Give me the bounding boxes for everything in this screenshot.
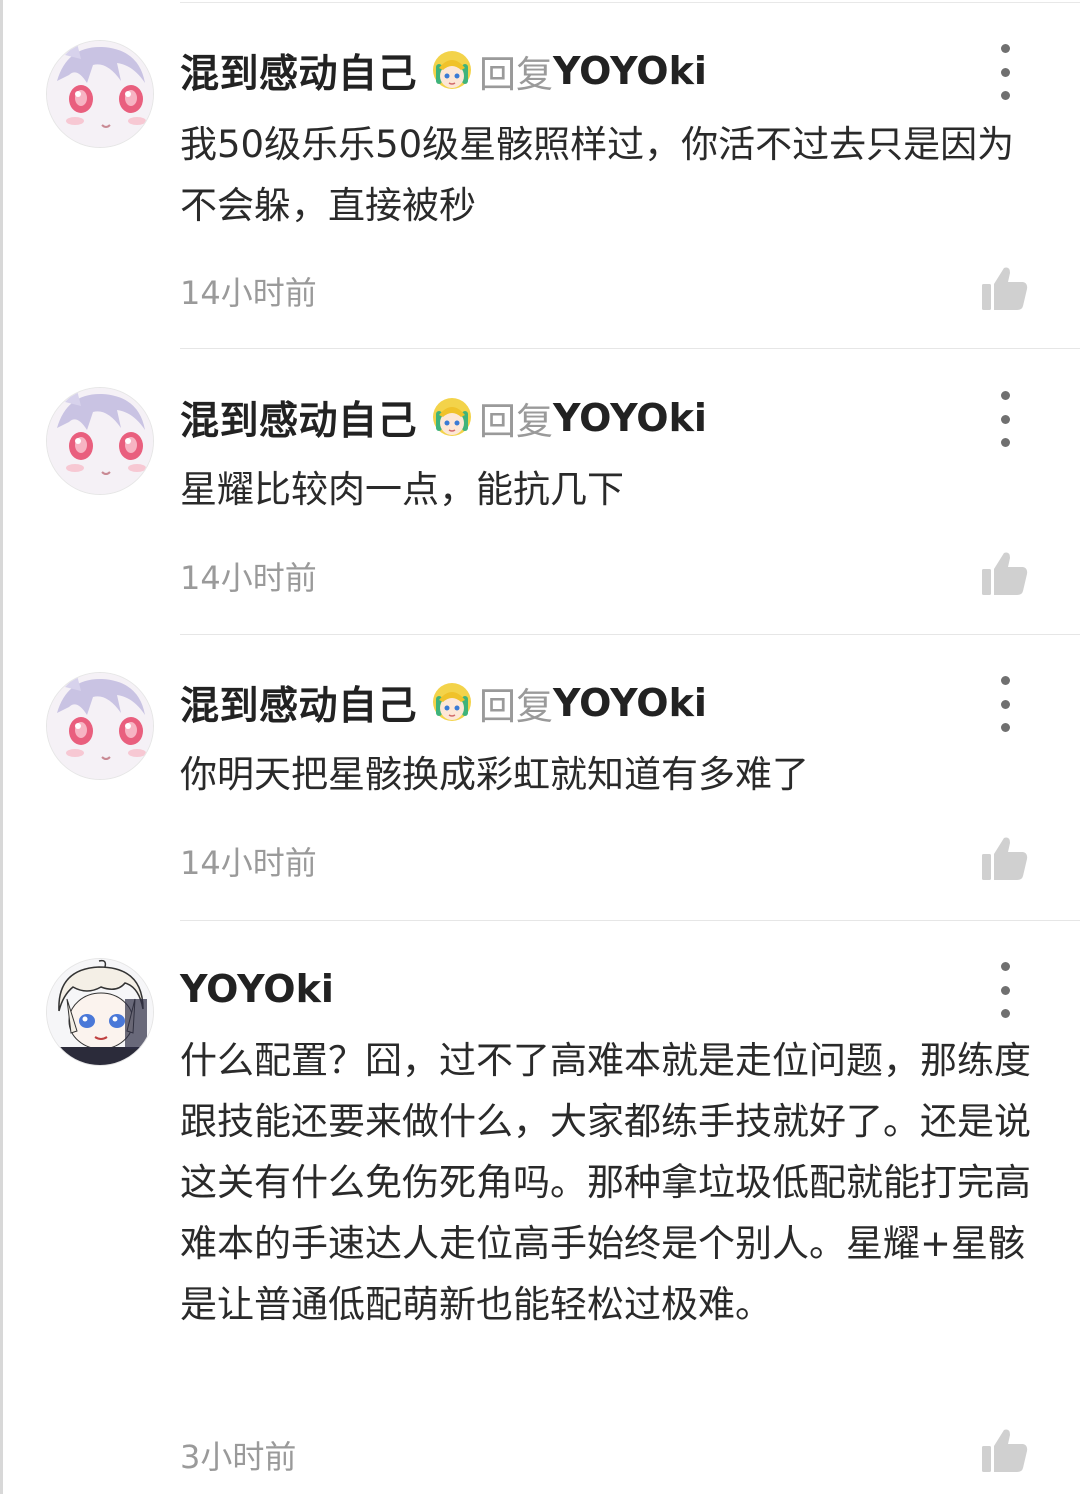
blonde-chibi-badge-icon — [429, 680, 475, 726]
more-vertical-icon[interactable] — [990, 391, 1020, 447]
username[interactable]: 混到感动自己 — [180, 390, 417, 446]
avatar[interactable] — [46, 40, 154, 148]
reply-target-username[interactable]: YOYOki — [553, 49, 707, 93]
reply-target-username[interactable]: YOYOki — [553, 681, 707, 725]
thumbs-up-icon[interactable] — [980, 549, 1030, 599]
comment-text: 我50级乐乐50级星骸照样过，你活不过去只是因为不会躲，直接被秒 — [180, 123, 1015, 227]
thumbs-up-icon[interactable] — [980, 264, 1030, 314]
reply-label: 回复 — [479, 53, 554, 96]
top-divider — [180, 2, 1080, 3]
comment-time: 14小时前 — [180, 559, 317, 597]
comment-time: 3小时前 — [180, 1438, 297, 1476]
comment-text: 什么配置？囧，过不了高难本就是走位问题，那练度跟技能还要来做什么，大家都练手技就… — [180, 1039, 1031, 1326]
comment-header: 混到感动自己 回复 YOYOki — [180, 391, 707, 445]
comment-header: 混到感动自己 回复 YOYOki — [180, 44, 707, 98]
comment-header: YOYOki — [180, 962, 334, 1016]
avatar[interactable] — [46, 387, 154, 495]
blonde-chibi-badge-icon — [429, 395, 475, 441]
comment-text: 你明天把星骸换成彩虹就知道有多难了 — [180, 753, 809, 796]
comment-divider — [180, 348, 1080, 349]
comment-divider — [180, 634, 1080, 635]
thumbs-up-icon[interactable] — [980, 834, 1030, 884]
reply-label: 回复 — [479, 400, 554, 443]
comment-time: 14小时前 — [180, 274, 317, 312]
left-edge-line — [0, 0, 3, 1494]
comment-divider — [180, 920, 1080, 921]
reply-label: 回复 — [479, 685, 554, 728]
more-vertical-icon[interactable] — [990, 44, 1020, 100]
comment-header: 混到感动自己 回复 YOYOki — [180, 676, 707, 730]
username[interactable]: YOYOki — [180, 967, 334, 1011]
reply-target-username[interactable]: YOYOki — [553, 396, 707, 440]
avatar[interactable] — [46, 958, 154, 1066]
more-vertical-icon[interactable] — [990, 676, 1020, 732]
avatar[interactable] — [46, 672, 154, 780]
comment-time: 14小时前 — [180, 844, 317, 882]
more-vertical-icon[interactable] — [990, 962, 1020, 1018]
thumbs-up-icon[interactable] — [980, 1426, 1030, 1476]
blonde-chibi-badge-icon — [429, 48, 475, 94]
username[interactable]: 混到感动自己 — [180, 43, 417, 99]
username[interactable]: 混到感动自己 — [180, 675, 417, 731]
comment-text: 星耀比较肉一点，能抗几下 — [180, 468, 624, 511]
